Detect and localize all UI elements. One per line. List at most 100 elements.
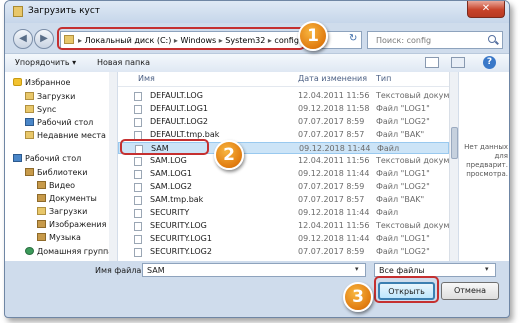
cancel-button[interactable]: Отмена	[441, 282, 499, 300]
sidebar-item-label: Домашняя группа	[37, 247, 114, 256]
column-header-type[interactable]: Тип	[376, 74, 391, 83]
folder-icon	[25, 92, 34, 100]
file-icon	[134, 222, 142, 231]
sidebar-item-label: Недавние места	[37, 131, 106, 140]
desktop-icon	[25, 118, 34, 126]
file-name: DEFAULT.LOG2	[150, 117, 209, 126]
homegroup-icon	[25, 247, 34, 255]
help-icon[interactable]: ?	[483, 56, 496, 69]
file-row[interactable]: SECURITY.LOG2 07.07.2017 8:59 Файл "LOG2"	[118, 246, 449, 258]
file-row[interactable]: SAM.LOG 12.04.2011 11:56 Текстовый докум..…	[118, 155, 457, 167]
sidebar-item-downloads-lib[interactable]: Загрузки	[37, 207, 87, 216]
sidebar-item-label: Библиотеки	[37, 168, 88, 177]
file-icon	[134, 248, 142, 257]
filename-value: SAM	[147, 266, 165, 275]
file-row[interactable]: SECURITY.LOG1 09.12.2018 11:44 Файл "LOG1"	[118, 233, 449, 245]
file-type: Файл "LOG1"	[376, 234, 430, 243]
file-date: 12.04.2011 11:56	[298, 91, 370, 100]
file-icon	[134, 118, 142, 127]
folder-icon	[13, 6, 23, 17]
file-row[interactable]: SAM.LOG1 09.12.2018 11:44 Файл "LOG1"	[118, 168, 449, 180]
file-name: DEFAULT.tmp.bak	[150, 130, 220, 139]
file-name: SAM.tmp.bak	[150, 195, 204, 204]
column-header-date[interactable]: Дата изменения	[298, 74, 367, 83]
sidebar-item-label: Избранное	[25, 78, 71, 87]
search-input[interactable]: Поиск: config	[367, 31, 503, 49]
callout-badge-2: 2	[214, 140, 244, 170]
chevron-down-icon[interactable]: ▾	[355, 265, 359, 273]
sidebar-item-label: Изображения	[49, 220, 107, 229]
new-folder-button[interactable]: Новая папка	[97, 58, 150, 67]
file-row[interactable]: DEFAULT.LOG1 09.12.2018 11:58 Файл "LOG1"	[118, 103, 449, 115]
preview-message: Нет данных для предварит. просмотра.	[464, 143, 508, 178]
sidebar-item-documents[interactable]: Документы	[37, 194, 97, 203]
file-row[interactable]: SECURITY 09.12.2018 11:44 Файл	[118, 207, 449, 219]
sidebar-item-pictures[interactable]: Изображения	[37, 220, 106, 229]
preview-pane-icon[interactable]	[451, 57, 465, 68]
sidebar-item-desktop-root[interactable]: Рабочий стол	[13, 154, 81, 163]
sidebar-item-homegroup[interactable]: Домашняя группа	[25, 247, 113, 256]
file-type: Файл "LOG1"	[376, 169, 430, 178]
close-button[interactable]: ✕	[467, 1, 505, 18]
library-icon	[25, 168, 34, 176]
file-icon	[134, 235, 142, 244]
sidebar-item-video[interactable]: Видео	[37, 181, 75, 190]
filetype-value: Все файлы	[379, 266, 425, 275]
file-icon	[134, 105, 142, 114]
filename-input[interactable]: SAM ▾	[142, 263, 366, 277]
sidebar-scrollbar[interactable]	[109, 72, 117, 261]
file-date: 07.07.2017 8:59	[298, 117, 365, 126]
sidebar-item-sync[interactable]: Sync	[25, 105, 56, 114]
filetype-select[interactable]: Все файлы ▾	[374, 263, 496, 277]
file-row[interactable]: DEFAULT.LOG 12.04.2011 11:56 Текстовый док…	[118, 90, 457, 102]
file-row[interactable]: SAM.LOG2 07.07.2017 8:59 Файл "LOG2"	[118, 181, 449, 193]
sidebar-item-label: Рабочий стол	[25, 154, 82, 163]
file-date: 09.12.2018 11:44	[299, 144, 371, 153]
file-icon	[134, 157, 142, 166]
file-icon	[134, 92, 142, 101]
address-highlight	[57, 27, 305, 50]
file-highlight	[120, 139, 209, 155]
sidebar-item-label: Sync	[37, 105, 57, 114]
file-type: Файл	[377, 144, 400, 153]
file-name: SAM.LOG1	[150, 169, 192, 178]
video-icon	[37, 181, 46, 189]
organize-button[interactable]: Упорядочить ▾	[15, 58, 76, 67]
file-date: 12.04.2011 11:56	[298, 156, 370, 165]
sidebar-item-libraries[interactable]: Библиотеки	[25, 168, 87, 177]
file-row[interactable]: DEFAULT.LOG2 07.07.2017 8:59 Файл "LOG2"	[118, 116, 449, 128]
chevron-down-icon[interactable]: ▾	[485, 265, 489, 273]
file-row[interactable]: SAM.tmp.bak 07.07.2017 8:57 Файл "BAK"	[118, 194, 449, 206]
sidebar-item-label: Документы	[49, 194, 97, 203]
sidebar-item-recent[interactable]: Недавние места	[25, 131, 106, 140]
file-date: 07.07.2017 8:57	[298, 195, 365, 204]
file-date: 09.12.2018 11:44	[298, 208, 370, 217]
file-name: DEFAULT.LOG1	[150, 104, 209, 113]
sidebar-item-desktop[interactable]: Рабочий стол	[25, 118, 93, 127]
folder-icon	[37, 207, 46, 215]
file-row[interactable]: SECURITY.LOG 12.04.2011 11:56 Текстовый до…	[118, 220, 457, 232]
desktop-icon	[13, 154, 22, 162]
scrollbar-thumb[interactable]	[451, 127, 458, 159]
column-header-name[interactable]: Имя	[138, 74, 155, 83]
file-date: 07.07.2017 8:59	[298, 182, 365, 191]
file-name: SAM.LOG	[150, 156, 187, 165]
search-placeholder: Поиск: config	[376, 36, 432, 45]
file-type: Текстовый докум...	[376, 156, 458, 165]
file-list: Имя Дата изменения Тип DEFAULT.LOG 12.04.…	[118, 72, 457, 261]
view-options-icon[interactable]	[425, 57, 439, 68]
callout-badge-3: 3	[343, 282, 373, 312]
refresh-icon[interactable]: ↻	[349, 33, 357, 44]
open-button-highlight	[374, 276, 439, 303]
sidebar-item-favorites[interactable]: Избранное	[13, 78, 70, 87]
file-name: SECURITY.LOG	[150, 221, 207, 230]
file-type: Файл "LOG2"	[376, 247, 430, 256]
sidebar-item-downloads[interactable]: Загрузки	[25, 92, 75, 101]
file-type: Файл "LOG2"	[376, 117, 430, 126]
forward-button[interactable]: ▶	[34, 29, 54, 49]
filename-label: Имя файла:	[95, 266, 145, 275]
search-icon[interactable]	[488, 35, 496, 43]
back-button[interactable]: ◀	[13, 29, 33, 49]
sidebar-item-music[interactable]: Музыка	[37, 233, 81, 242]
file-name: SECURITY	[150, 208, 190, 217]
